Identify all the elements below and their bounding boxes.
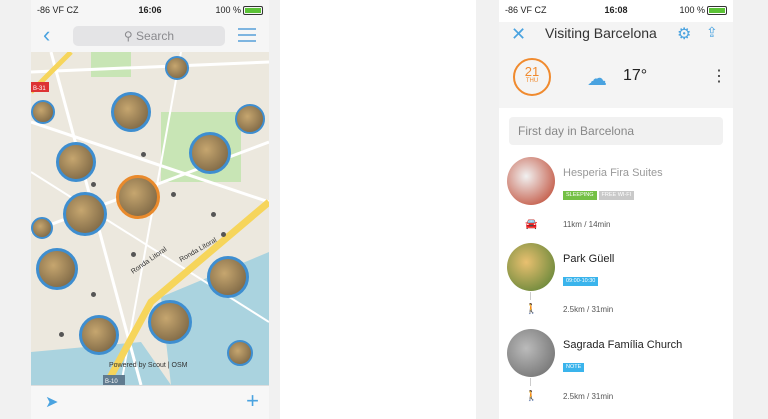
battery-status: 100 % bbox=[215, 5, 263, 16]
poi-dot[interactable] bbox=[131, 252, 136, 257]
map-view[interactable]: Ronda Litoral Ronda Litoral B-31 B-10 bbox=[31, 52, 269, 385]
map-screen: -86 VF CZ 16:06 100 % ‹ ⚲ Search Ronda L… bbox=[31, 0, 269, 419]
poi-marker[interactable] bbox=[63, 192, 107, 236]
walk-icon: 🚶 bbox=[525, 391, 538, 402]
badge-row: NOTE bbox=[563, 355, 586, 373]
place-thumbnail bbox=[507, 157, 555, 205]
blank-screen bbox=[280, 0, 476, 419]
place-name: Park Güell bbox=[563, 253, 615, 265]
bottom-toolbar: ➤ + bbox=[31, 385, 269, 419]
poi-dot[interactable] bbox=[141, 152, 146, 157]
poi-marker[interactable] bbox=[36, 248, 78, 290]
weather-icon: ☁ bbox=[587, 68, 607, 90]
temperature: 17° bbox=[623, 67, 648, 84]
route-leg: 🚘 11km / 14min bbox=[507, 216, 727, 234]
status-badge: SLEEPING bbox=[563, 191, 597, 200]
date-day: 21 bbox=[524, 64, 540, 79]
poi-marker[interactable] bbox=[111, 92, 151, 132]
poi-dot[interactable] bbox=[91, 292, 96, 297]
place-thumbnail bbox=[507, 329, 555, 377]
place-name: Sagrada Família Church bbox=[563, 339, 683, 351]
poi-marker[interactable] bbox=[148, 300, 192, 344]
leg-distance: 2.5km / 31min bbox=[563, 392, 614, 401]
poi-marker[interactable] bbox=[31, 100, 55, 124]
status-badge: FREE WI-FI bbox=[598, 191, 635, 200]
location-arrow-icon[interactable]: ➤ bbox=[45, 392, 58, 412]
place-thumbnail bbox=[507, 243, 555, 291]
poi-dot[interactable] bbox=[221, 232, 226, 237]
route-line bbox=[530, 378, 531, 386]
battery-status: 100 % bbox=[679, 5, 727, 16]
page-title: Visiting Barcelona bbox=[545, 25, 657, 41]
filter-icon[interactable] bbox=[238, 28, 256, 44]
poi-dot[interactable] bbox=[91, 182, 96, 187]
close-icon[interactable]: ✕ bbox=[511, 24, 526, 45]
route-badge: B-31 bbox=[33, 86, 46, 92]
battery-icon bbox=[707, 6, 727, 16]
poi-marker[interactable] bbox=[189, 132, 231, 174]
leg-distance: 2.5km / 31min bbox=[563, 305, 614, 314]
battery-label: 100 % bbox=[679, 5, 705, 15]
status-bar: -86 VF CZ 16:06 100 % bbox=[31, 0, 269, 22]
battery-icon bbox=[243, 6, 263, 16]
gear-icon[interactable]: ⚙ bbox=[677, 24, 691, 44]
itinerary-screen: -86 VF CZ 16:08 100 % ✕ Visiting Barcelo… bbox=[499, 0, 733, 419]
leg-distance: 11km / 14min bbox=[563, 220, 611, 229]
route-leg: 🚶 2.5km / 31min bbox=[507, 301, 727, 319]
status-badge: NOTE bbox=[563, 363, 585, 372]
battery-label: 100 % bbox=[215, 5, 241, 15]
share-icon[interactable]: ⇪ bbox=[706, 24, 718, 41]
poi-marker[interactable] bbox=[207, 256, 249, 298]
list-item[interactable]: Sagrada Família Church NOTE bbox=[507, 329, 727, 379]
poi-marker[interactable] bbox=[31, 217, 53, 239]
route-line bbox=[530, 292, 531, 300]
day-name-input[interactable]: First day in Barcelona bbox=[509, 117, 723, 145]
search-icon: ⚲ bbox=[123, 29, 133, 43]
place-name: Hesperia Fira Suites bbox=[563, 167, 663, 179]
poi-marker[interactable] bbox=[56, 142, 96, 182]
poi-marker[interactable] bbox=[116, 175, 160, 219]
add-icon[interactable]: + bbox=[246, 388, 259, 414]
search-placeholder: Search bbox=[136, 29, 175, 43]
poi-marker[interactable] bbox=[235, 104, 265, 134]
walk-icon: 🚶 bbox=[525, 304, 538, 315]
date-badge: 21 THU bbox=[513, 58, 551, 96]
badge-row: 09:00-10:30 bbox=[563, 269, 600, 287]
status-bar: -86 VF CZ 16:08 100 % bbox=[499, 0, 733, 22]
map-credit: Powered by Scout | OSM bbox=[109, 362, 188, 369]
poi-dot[interactable] bbox=[171, 192, 176, 197]
route-leg: 🚶 2.5km / 31min bbox=[507, 388, 727, 406]
car-icon: 🚘 bbox=[525, 219, 538, 230]
poi-marker[interactable] bbox=[165, 56, 189, 80]
poi-marker[interactable] bbox=[227, 340, 253, 366]
back-icon[interactable]: ‹ bbox=[43, 24, 50, 46]
badge-row: SLEEPING FREE WI-FI bbox=[563, 183, 636, 201]
poi-dot[interactable] bbox=[211, 212, 216, 217]
search-input[interactable]: ⚲ Search bbox=[73, 26, 225, 46]
list-item[interactable]: Hesperia Fira Suites SLEEPING FREE WI-FI bbox=[507, 157, 727, 207]
date-weekday: THU bbox=[525, 78, 539, 84]
poi-marker[interactable] bbox=[79, 315, 119, 355]
poi-dot[interactable] bbox=[59, 332, 64, 337]
list-item[interactable]: Park Güell 09:00-10:30 bbox=[507, 243, 727, 293]
more-icon[interactable]: ⋮ bbox=[711, 66, 727, 86]
status-badge: 09:00-10:30 bbox=[563, 277, 599, 286]
